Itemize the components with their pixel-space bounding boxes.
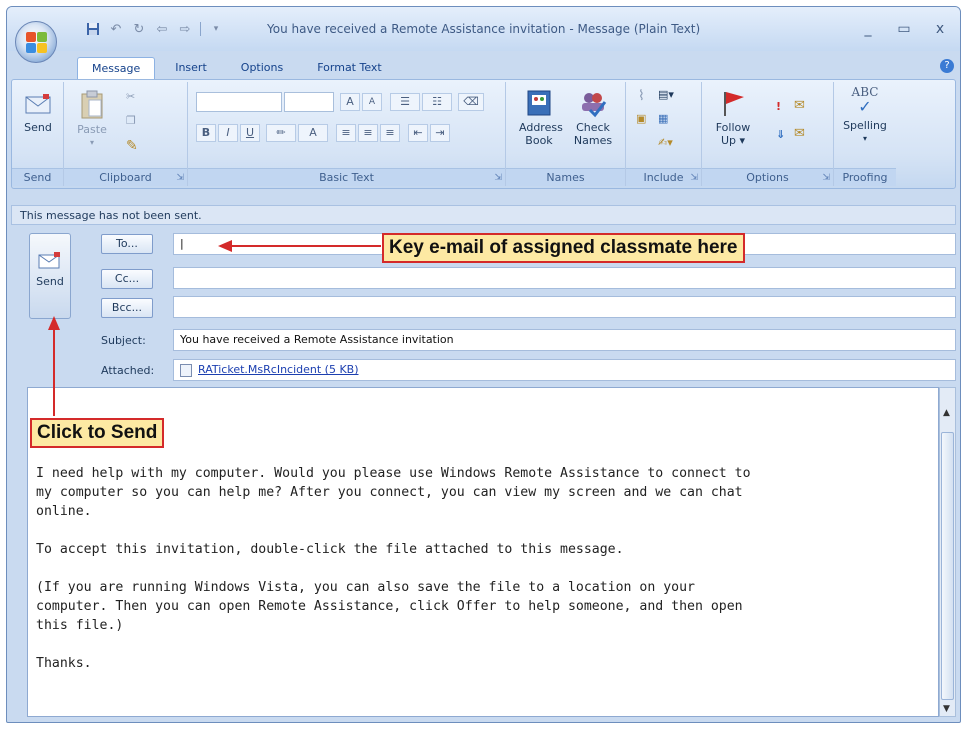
office-button[interactable] (15, 21, 57, 63)
callout-arrows (48, 240, 381, 416)
office-logo-icon (25, 31, 47, 53)
email-arrow-head (218, 240, 232, 252)
send-arrow-head (48, 316, 60, 330)
